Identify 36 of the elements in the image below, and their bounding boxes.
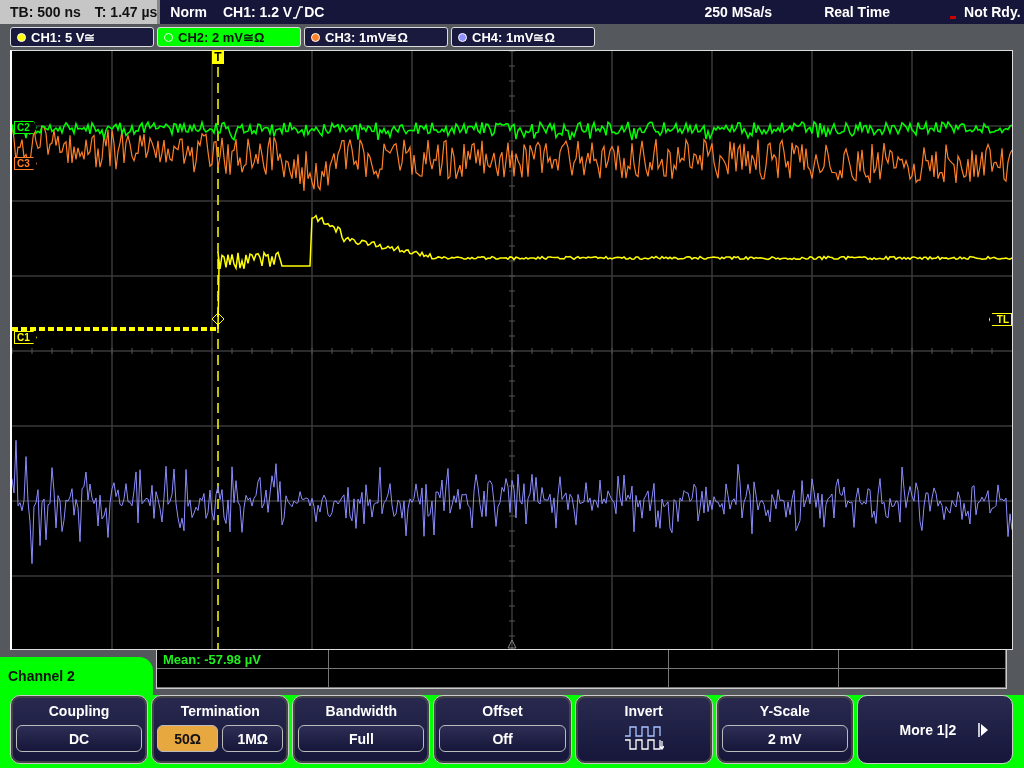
next-arrow-icon	[978, 722, 989, 737]
key-title: Termination	[180, 703, 260, 719]
more-button[interactable]: More 1|2	[856, 695, 1013, 764]
key-title: Coupling	[48, 703, 110, 719]
channel-tab[interactable]: CH4: 1mV≅Ω	[451, 27, 595, 47]
rising-edge-icon	[293, 5, 304, 19]
acquisition-text: Real Time	[824, 4, 890, 20]
channel-marker: C3	[14, 157, 37, 170]
status-indicator-icon	[950, 15, 956, 19]
channel-tab[interactable]: CH2: 2 mV≅Ω	[157, 27, 301, 47]
value-button[interactable]: Full	[298, 725, 425, 752]
trigger-level-marker: TL	[988, 313, 1012, 326]
acquisition-state-text: Not Rdy.	[964, 4, 1021, 20]
value-button[interactable]: 2 mV	[721, 725, 848, 752]
value-button[interactable]: DC	[16, 725, 143, 752]
channel-tab[interactable]: CH3: 1mV≅Ω	[304, 27, 448, 47]
option-button[interactable]: 50Ω	[157, 725, 219, 752]
key-title: Y-Scale	[759, 703, 810, 719]
measurement-text: Mean: -57.98 µV	[163, 651, 261, 667]
invert-waveform-icon	[623, 725, 664, 751]
option-button[interactable]: 1MΩ	[222, 725, 284, 752]
invert-button[interactable]: Invert	[574, 695, 713, 764]
trigger-mode-text: Norm	[170, 4, 207, 20]
sample-rate-text: 250 MSa/s	[704, 4, 773, 20]
key-title: Offset	[482, 703, 523, 719]
channel-tab[interactable]: CH1: 5 V≅	[10, 27, 154, 47]
value-button[interactable]: Off	[439, 725, 566, 752]
trigger-source-text: CH1: 1.2 V	[222, 4, 293, 20]
channel-marker: C1	[14, 331, 37, 344]
channel-marker: C2	[14, 121, 37, 134]
trigger-coupling-text: DC	[304, 4, 325, 20]
key-title: Bandwidth	[325, 703, 398, 719]
menu-title: Channel 2	[8, 668, 75, 684]
trigger-marker: T	[212, 51, 224, 63]
trigger-time-text: T: 1.47 µs	[94, 4, 158, 20]
timebase-text: TB: 500 ns	[10, 4, 81, 20]
